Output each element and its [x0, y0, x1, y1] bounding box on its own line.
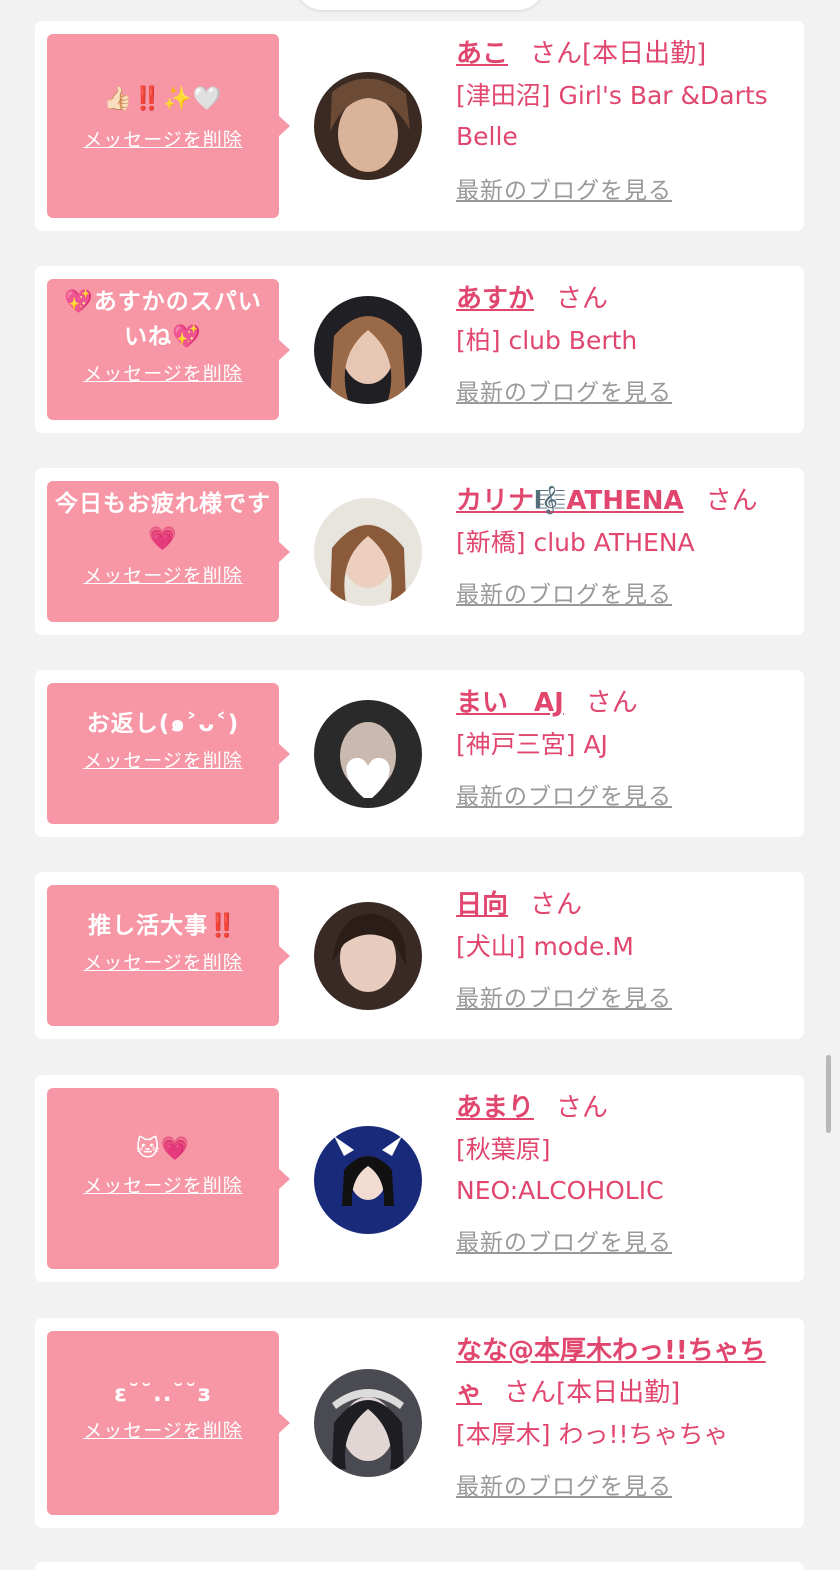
avatar-image [314, 296, 422, 404]
shop-name: [新橋] club ATHENA [456, 528, 695, 557]
message-text: ε˘˘..˘˘з [114, 1381, 212, 1407]
message-card: 👍🏻‼️✨🤍 メッセージを削除 あこ さん[本日出勤] [津田沼] Girl's … [35, 21, 804, 231]
delete-message-link[interactable]: メッセージを削除 [83, 563, 243, 589]
avatar[interactable] [314, 498, 422, 606]
message-text: 🐱💗 [135, 1136, 191, 1162]
avatar-image [314, 1126, 422, 1234]
message-bubble: 👍🏻‼️✨🤍 メッセージを削除 [47, 34, 290, 218]
shop-name: [犬山] mode.M [456, 932, 634, 961]
scrollbar[interactable] [826, 1055, 831, 1133]
girl-info: カリナ🎼ATHENA さん [新橋] club ATHENA 最新のブログを見る [456, 480, 791, 609]
message-text: お返し(๑˃ᴗ˂) [86, 711, 240, 737]
message-card: 💖あすかのスパいいね💖 メッセージを削除 あすか さん [柏] club Bert… [35, 266, 804, 433]
girl-info: あすか さん [柏] club Berth 最新のブログを見る [456, 278, 791, 407]
message-card: 🐱💗 メッセージを削除 あまり さん [秋葉原] NEO:ALCOHOLIC 最新… [35, 1075, 804, 1282]
message-bubble: 🐱💗 メッセージを削除 [47, 1088, 290, 1269]
delete-message-link[interactable]: メッセージを削除 [83, 950, 243, 976]
message-card: ε˘˘..˘˘з メッセージを削除 なな@本厚木わっ!!ちゃちゃ さん[本日出勤]… [35, 1318, 804, 1528]
honorific: さん [705, 486, 758, 516]
message-bubble: ε˘˘..˘˘з メッセージを削除 [47, 1331, 290, 1515]
honorific: さん [530, 890, 583, 920]
message-text: 💖あすかのスパいいね💖 [64, 289, 262, 350]
shop-name: [秋葉原] NEO:ALCOHOLIC [456, 1135, 664, 1205]
message-bubble: 今日もお疲れ様です💗 メッセージを削除 [47, 481, 290, 622]
avatar[interactable] [314, 72, 422, 180]
message-card [35, 1562, 804, 1570]
girl-name-link[interactable]: あまり [456, 1093, 534, 1123]
delete-message-link[interactable]: メッセージを削除 [83, 127, 243, 153]
avatar[interactable] [314, 700, 422, 808]
shop-name: [柏] club Berth [456, 326, 638, 355]
delete-message-link[interactable]: メッセージを削除 [83, 1418, 243, 1444]
honorific: さん [504, 1378, 557, 1408]
girl-name-link[interactable]: カリナ🎼ATHENA [456, 486, 684, 516]
avatar[interactable] [314, 1126, 422, 1234]
message-bubble: お返し(๑˃ᴗ˂) メッセージを削除 [47, 683, 290, 824]
honorific: さん [556, 1093, 609, 1123]
delete-message-link[interactable]: メッセージを削除 [83, 361, 243, 387]
avatar-image [314, 72, 422, 180]
message-bubble: 💖あすかのスパいいね💖 メッセージを削除 [47, 279, 290, 420]
avatar-image [314, 700, 422, 808]
message-text: 推し活大事‼️ [88, 913, 238, 939]
message-bubble: 推し活大事‼️ メッセージを削除 [47, 885, 290, 1026]
latest-blog-link[interactable]: 最新のブログを見る [456, 777, 672, 811]
status-badge: [本日出勤] [556, 1378, 681, 1408]
latest-blog-link[interactable]: 最新のブログを見る [456, 373, 672, 407]
message-card: お返し(๑˃ᴗ˂) メッセージを削除 まい AJ さん [神戸三宮] AJ 最新の… [35, 670, 804, 837]
girl-name-link[interactable]: まい AJ [456, 688, 564, 718]
latest-blog-link[interactable]: 最新のブログを見る [456, 1223, 672, 1257]
girl-info: 日向 さん [犬山] mode.M 最新のブログを見る [456, 884, 791, 1013]
honorific: さん [585, 688, 638, 718]
girl-name-link[interactable]: あこ [456, 39, 508, 69]
message-text: 今日もお疲れ様です💗 [55, 491, 271, 552]
delete-message-link[interactable]: メッセージを削除 [83, 748, 243, 774]
avatar-image [314, 1369, 422, 1477]
delete-message-link[interactable]: メッセージを削除 [83, 1173, 243, 1199]
avatar[interactable] [314, 296, 422, 404]
avatar-image [314, 498, 422, 606]
girl-info: あこ さん[本日出勤] [津田沼] Girl's Bar &Darts Belle… [456, 33, 791, 205]
message-text: 👍🏻‼️✨🤍 [103, 86, 223, 112]
girl-info: まい AJ さん [神戸三宮] AJ 最新のブログを見る [456, 682, 791, 811]
honorific: さん [556, 284, 609, 314]
latest-blog-link[interactable]: 最新のブログを見る [456, 1467, 672, 1501]
honorific: さん [530, 39, 583, 69]
avatar[interactable] [314, 902, 422, 1010]
page: 👍🏻‼️✨🤍 メッセージを削除 あこ さん[本日出勤] [津田沼] Girl's … [0, 0, 840, 1570]
shop-name: [津田沼] Girl's Bar &Darts Belle [456, 81, 768, 151]
girl-info: あまり さん [秋葉原] NEO:ALCOHOLIC 最新のブログを見る [456, 1087, 791, 1257]
shop-name: [神戸三宮] AJ [456, 730, 608, 759]
girl-name-link[interactable]: あすか [456, 284, 534, 314]
latest-blog-link[interactable]: 最新のブログを見る [456, 575, 672, 609]
shop-name: [本厚木] わっ!!ちゃちゃ [456, 1420, 729, 1449]
avatar-image [314, 902, 422, 1010]
girl-info: なな@本厚木わっ!!ちゃちゃ さん[本日出勤] [本厚木] わっ!!ちゃちゃ 最新… [456, 1330, 791, 1501]
message-card: 今日もお疲れ様です💗 メッセージを削除 カリナ🎼ATHENA さん [新橋] cl… [35, 468, 804, 635]
status-badge: [本日出勤] [582, 39, 707, 69]
avatar[interactable] [314, 1369, 422, 1477]
top-tab-pill[interactable] [296, 0, 544, 10]
girl-name-link[interactable]: 日向 [456, 890, 508, 920]
latest-blog-link[interactable]: 最新のブログを見る [456, 171, 672, 205]
latest-blog-link[interactable]: 最新のブログを見る [456, 979, 672, 1013]
message-card: 推し活大事‼️ メッセージを削除 日向 さん [犬山] mode.M 最新のブログ… [35, 872, 804, 1039]
